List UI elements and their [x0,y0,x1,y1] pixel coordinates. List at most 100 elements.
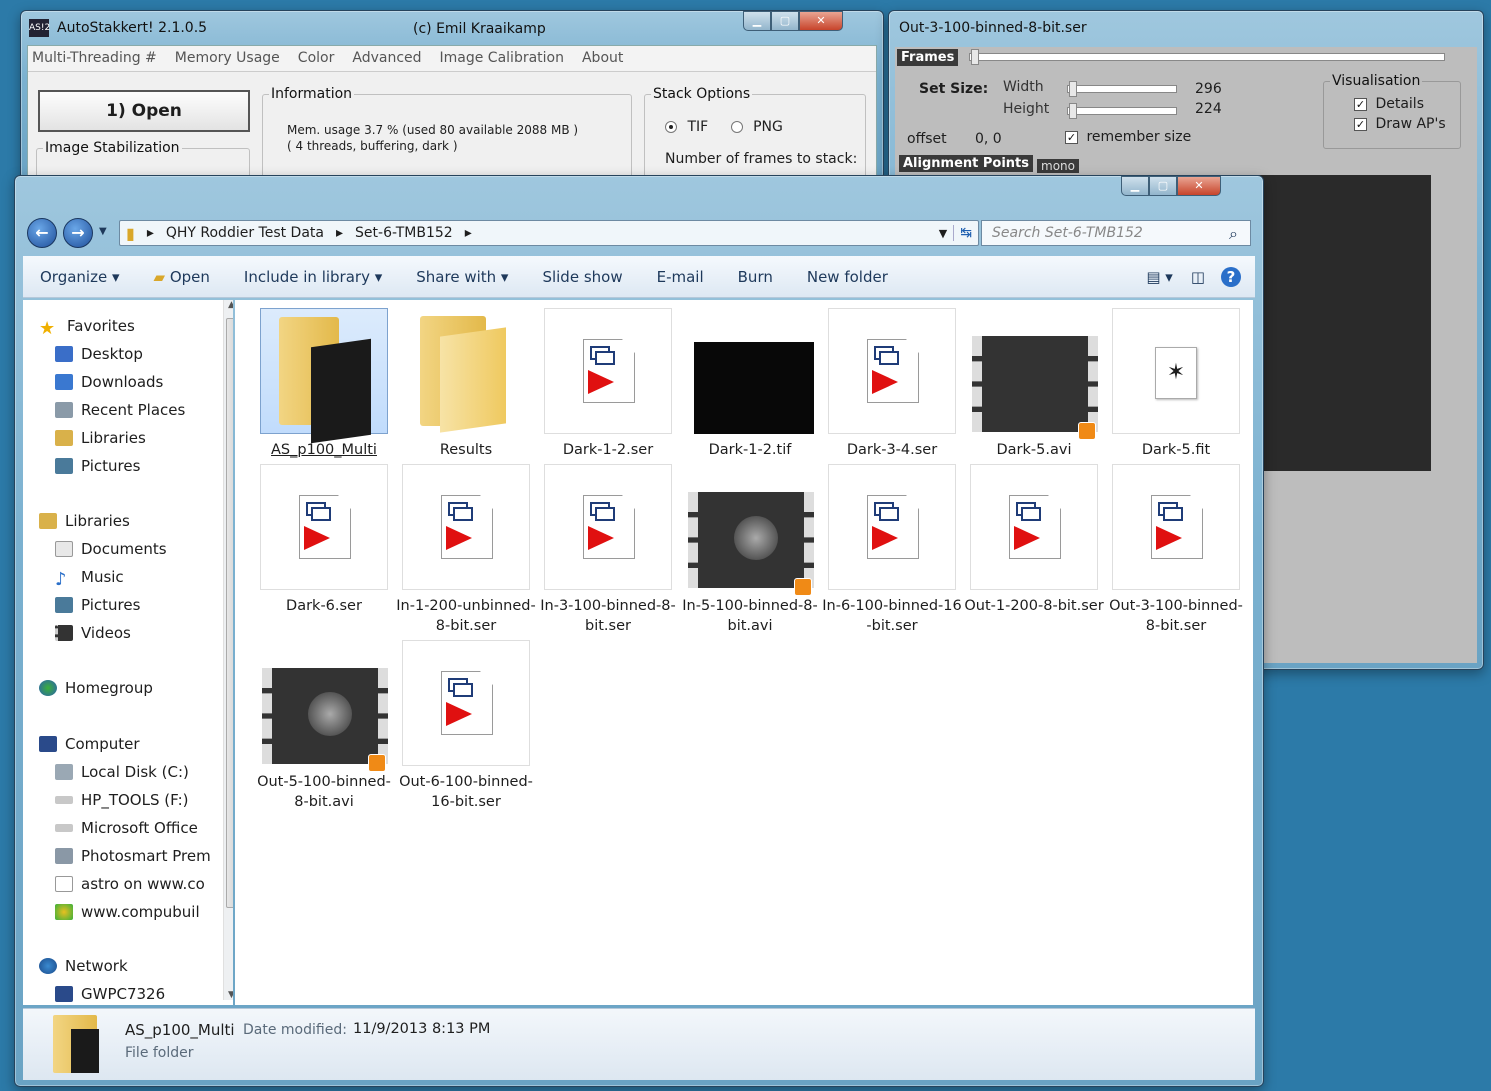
nav-photosmart[interactable]: Photosmart Prem [55,844,211,868]
ser-frames-slider-thumb[interactable] [971,49,979,65]
as-minimize-button[interactable]: ▁ [743,11,771,31]
command-bar: Organize ▾ ▰ Open Include in library ▾ S… [23,256,1255,298]
explorer-window: ▁ ▢ ✕ ← → ▼ ▮ ▸ QHY Roddier Test Data ▸ … [14,175,1264,1087]
ser-visualisation-label: Visualisation [1330,73,1423,89]
ser-frames-slider[interactable] [969,53,1445,61]
ser-draw-aps-checkbox[interactable]: ✓ [1354,117,1367,131]
file-name: Dark-5.avi [996,442,1072,458]
ser-set-size-label: Set Size: [919,81,989,97]
file-item[interactable]: Dark-5.avi [963,308,1105,460]
file-item[interactable]: In-5-100-binned-8-bit.avi [679,464,821,636]
ser-height-slider-thumb[interactable] [1069,103,1077,119]
nav-music[interactable]: ♪ Music [55,565,124,590]
refresh-icon[interactable]: ↹ [953,225,978,241]
as-app-icon: AS!2 [29,19,50,37]
nav-videos[interactable]: Videos [55,621,131,645]
file-item[interactable]: Out-6-100-binned-16-bit.ser [395,640,537,812]
navigation-pane: ★ Favorites Desktop Downloads Recent Plac… [23,300,233,1005]
as-menu-color[interactable]: Color [298,50,335,66]
organize-button[interactable]: Organize ▾ [23,268,137,286]
breadcrumb-qhy-roddier[interactable]: QHY Roddier Test Data [160,225,330,241]
ser-file-icon [828,464,956,590]
file-item[interactable]: Out-3-100-binned-8-bit.ser [1105,464,1247,636]
file-item[interactable]: Dark-1-2.tif [679,308,821,460]
ser-remember-size-checkbox[interactable]: ✓ [1065,130,1078,144]
ser-details-checkbox[interactable]: ✓ [1354,97,1367,111]
nav-downloads[interactable]: Downloads [55,370,163,394]
change-view-icon[interactable]: ▤ ▾ [1138,268,1180,286]
nav-computer[interactable]: Computer [39,732,140,756]
ser-height-slider[interactable] [1067,107,1177,115]
nav-libraries[interactable]: Libraries [39,509,130,533]
ser-file-icon [260,464,388,590]
email-button[interactable]: E-mail [640,268,721,286]
videos-icon [55,625,73,641]
nav-favorites[interactable]: ★ Favorites [39,314,135,339]
nav-documents[interactable]: Documents [55,537,167,561]
share-with-button[interactable]: Share with ▾ [399,268,525,286]
as-copyright: (c) Emil Kraaikamp [413,21,546,37]
file-item[interactable]: Out-5-100-binned-8-bit.avi [253,640,395,812]
preview-pane-icon[interactable]: ◫ [1181,268,1215,286]
folder-thumbnail [260,308,388,444]
file-item[interactable]: Dark-1-2.ser [537,308,679,460]
as-menu-calibration[interactable]: Image Calibration [440,50,564,66]
video-thumbnail [260,640,388,772]
file-item[interactable]: Dark-3-4.ser [821,308,963,460]
as-open-button[interactable]: 1) Open [38,90,250,132]
nav-homegroup[interactable]: Homegroup [39,676,153,700]
ser-width-slider[interactable] [1067,85,1177,93]
nav-compubuil[interactable]: www.compubuil [55,900,200,924]
ser-width-slider-thumb[interactable] [1069,81,1077,97]
scroll-up-icon[interactable]: ▲ [228,300,233,310]
file-item[interactable]: In-6-100-binned-16-bit.ser [821,464,963,636]
nav-desktop[interactable]: Desktop [55,342,143,366]
help-icon[interactable]: ? [1215,266,1255,287]
explorer-maximize-button[interactable]: ▢ [1149,176,1177,196]
file-item[interactable]: In-3-100-binned-8-bit.ser [537,464,679,636]
nav-fav-pictures[interactable]: Pictures [55,454,140,478]
address-bar[interactable]: ▮ ▸ QHY Roddier Test Data ▸ Set-6-TMB152… [119,220,979,246]
as-png-radio[interactable] [730,121,743,133]
nav-scrollbar[interactable]: ▲ ▼ [223,300,233,1000]
search-input[interactable]: Search Set-6-TMB152 [981,220,1251,246]
as-menu-memory[interactable]: Memory Usage [175,50,280,66]
nav-ms-office[interactable]: Microsoft Office [55,816,198,840]
explorer-close-button[interactable]: ✕ [1177,176,1221,196]
nav-fav-libraries[interactable]: Libraries [55,426,146,450]
nav-scrollbar-thumb[interactable] [226,318,233,908]
as-maximize-button[interactable]: ▢ [771,11,799,31]
file-item[interactable]: Results [395,308,537,460]
breadcrumb-set-6-tmb152[interactable]: Set-6-TMB152 [349,225,459,241]
include-in-library-button[interactable]: Include in library ▾ [227,268,399,286]
nav-network[interactable]: Network [39,954,128,978]
file-item[interactable]: AS_p100_Multi [253,308,395,460]
new-folder-button[interactable]: New folder [790,268,905,286]
forward-button[interactable]: → [63,218,93,248]
explorer-minimize-button[interactable]: ▁ [1121,176,1149,196]
folder-icon [275,313,375,444]
open-button[interactable]: ▰ Open [137,268,227,286]
nav-pictures[interactable]: Pictures [55,593,140,617]
as-menu-about[interactable]: About [582,50,623,66]
nav-astro[interactable]: astro on www.co [55,872,205,896]
file-item[interactable]: Dark-6.ser [253,464,395,616]
file-item[interactable]: ✶ Dark-5.fit [1105,308,1247,460]
file-item[interactable]: In-1-200-unbinned-8-bit.ser [395,464,537,636]
nav-recent-places[interactable]: Recent Places [55,398,185,422]
address-dropdown-icon[interactable]: ▼ [933,227,953,240]
file-item[interactable]: Out-1-200-8-bit.ser [963,464,1105,616]
recent-pages-dropdown[interactable]: ▼ [99,226,107,237]
as-tif-radio[interactable] [665,121,677,133]
nav-local-disk[interactable]: Local Disk (C:) [55,760,189,784]
as-menu-multithreading[interactable]: Multi-Threading # [32,50,157,66]
as-close-button[interactable]: ✕ [799,11,843,31]
slide-show-button[interactable]: Slide show [525,268,639,286]
back-button[interactable]: ← [27,218,57,248]
scroll-down-icon[interactable]: ▼ [228,990,233,1000]
burn-button[interactable]: Burn [721,268,790,286]
nav-hp-tools[interactable]: HP_TOOLS (F:) [55,788,188,812]
as-menu-advanced[interactable]: Advanced [352,50,421,66]
nav-gwpc[interactable]: GWPC7326 [55,982,165,1005]
as-information-label: Information [269,86,355,102]
